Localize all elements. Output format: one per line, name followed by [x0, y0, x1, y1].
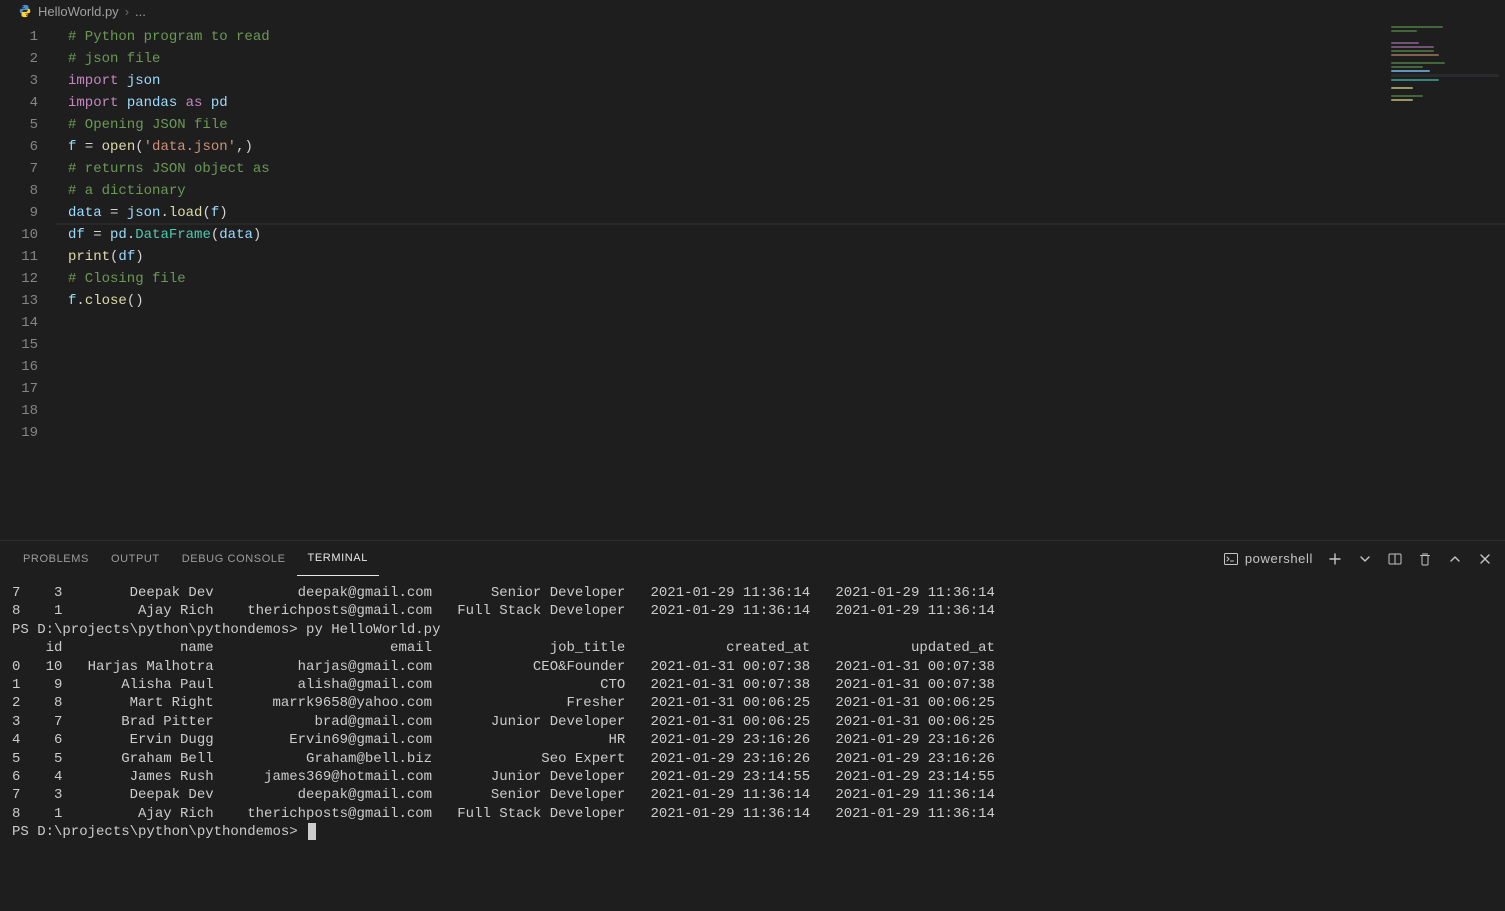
- panel-tabs: PROBLEMS OUTPUT DEBUG CONSOLE TERMINAL p…: [0, 541, 1505, 576]
- line-number: 1: [0, 26, 56, 48]
- python-file-icon: [18, 4, 32, 18]
- new-terminal-icon[interactable]: [1327, 551, 1343, 567]
- code-editor[interactable]: 12345678910111213141516171819 # Python p…: [0, 22, 1505, 540]
- code-line[interactable]: # Python program to read: [56, 26, 1505, 48]
- maximize-panel-icon[interactable]: [1447, 551, 1463, 567]
- terminal-cursor: [308, 823, 316, 840]
- line-number-gutter: 12345678910111213141516171819: [0, 22, 56, 540]
- kill-terminal-icon[interactable]: [1417, 551, 1433, 567]
- terminal-icon: [1223, 551, 1239, 567]
- minimap[interactable]: [1385, 22, 1505, 540]
- line-number: 15: [0, 334, 56, 356]
- line-number: 16: [0, 356, 56, 378]
- tab-problems[interactable]: PROBLEMS: [12, 541, 100, 576]
- code-line[interactable]: # Opening JSON file: [56, 114, 1505, 136]
- line-number: 19: [0, 422, 56, 444]
- close-panel-icon[interactable]: [1477, 551, 1493, 567]
- bottom-panel: PROBLEMS OUTPUT DEBUG CONSOLE TERMINAL p…: [0, 541, 1505, 911]
- code-line[interactable]: print(df): [56, 246, 1505, 268]
- breadcrumb-rest[interactable]: ...: [135, 4, 146, 19]
- line-number: 4: [0, 92, 56, 114]
- line-number: 10: [0, 224, 56, 246]
- code-line[interactable]: import pandas as pd: [56, 92, 1505, 114]
- line-number: 7: [0, 158, 56, 180]
- line-number: 6: [0, 136, 56, 158]
- code-line[interactable]: # json file: [56, 48, 1505, 70]
- line-number: 3: [0, 70, 56, 92]
- breadcrumb[interactable]: HelloWorld.py › ...: [0, 0, 1505, 22]
- line-number: 8: [0, 180, 56, 202]
- code-line[interactable]: # returns JSON object as: [56, 158, 1505, 180]
- terminal-shell-label: powershell: [1245, 551, 1313, 566]
- terminal-dropdown-icon[interactable]: [1357, 551, 1373, 567]
- editor-vertical-scrollbar[interactable]: [1491, 22, 1505, 540]
- line-number: 11: [0, 246, 56, 268]
- breadcrumb-file[interactable]: HelloWorld.py: [38, 4, 119, 19]
- line-number: 9: [0, 202, 56, 224]
- line-number: 18: [0, 400, 56, 422]
- code-line[interactable]: f.close(): [56, 290, 1505, 312]
- tab-debug-console[interactable]: DEBUG CONSOLE: [171, 541, 297, 576]
- tab-output[interactable]: OUTPUT: [100, 541, 171, 576]
- code-area[interactable]: # Python program to read# json fileimpor…: [56, 22, 1505, 540]
- code-line[interactable]: f = open('data.json',): [56, 136, 1505, 158]
- panel-actions: powershell: [1223, 551, 1493, 567]
- line-number: 17: [0, 378, 56, 400]
- code-line[interactable]: # Closing file: [56, 268, 1505, 290]
- line-number: 2: [0, 48, 56, 70]
- code-line[interactable]: data = json.load(f): [56, 202, 1505, 224]
- line-number: 14: [0, 312, 56, 334]
- terminal-output[interactable]: 7 3 Deepak Dev deepak@gmail.com Senior D…: [0, 576, 1505, 911]
- line-number: 5: [0, 114, 56, 136]
- breadcrumb-separator: ›: [125, 4, 129, 19]
- line-number: 13: [0, 290, 56, 312]
- code-line[interactable]: # a dictionary: [56, 180, 1505, 202]
- line-number: 12: [0, 268, 56, 290]
- terminal-shell-selector[interactable]: powershell: [1223, 551, 1313, 567]
- split-terminal-icon[interactable]: [1387, 551, 1403, 567]
- code-line[interactable]: import json: [56, 70, 1505, 92]
- code-line[interactable]: df = pd.DataFrame(data): [56, 224, 1505, 246]
- tab-terminal[interactable]: TERMINAL: [297, 541, 379, 576]
